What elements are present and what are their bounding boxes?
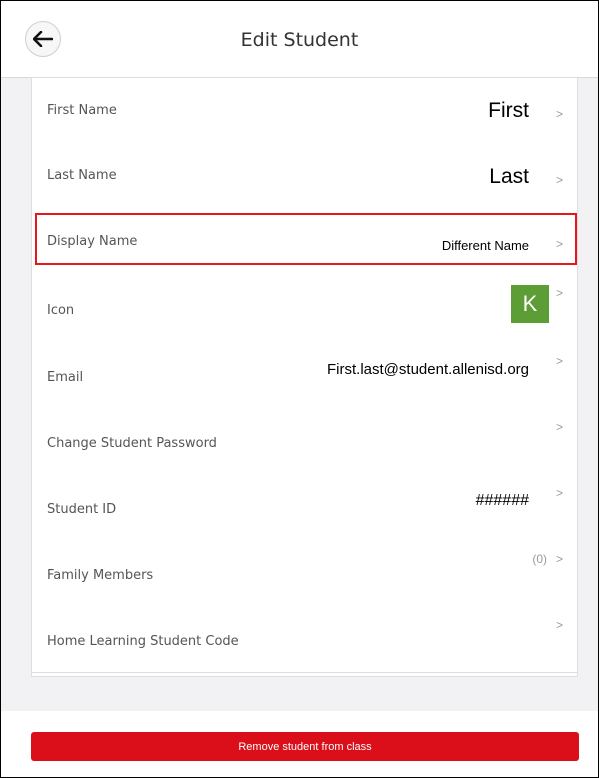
student-id-value: ###### bbox=[475, 492, 529, 509]
last-name-label: Last Name bbox=[47, 168, 117, 183]
first-name-value: First bbox=[488, 99, 529, 122]
page-title: Edit Student bbox=[240, 29, 359, 51]
last-name-value: Last bbox=[489, 165, 529, 188]
family-members-row[interactable]: Family Members (0) > bbox=[32, 540, 577, 607]
display-name-label: Display Name bbox=[47, 234, 138, 249]
icon-label: Icon bbox=[47, 303, 75, 318]
student-fields-list: First Name First > Last Name Last > Disp… bbox=[31, 77, 578, 677]
edit-student-window: Edit Student First Name First > Last Nam… bbox=[0, 0, 599, 778]
home-learning-code-label: Home Learning Student Code bbox=[47, 634, 239, 649]
change-password-row[interactable]: Change Student Password > bbox=[32, 408, 577, 475]
family-members-label: Family Members bbox=[47, 568, 154, 583]
student-id-row[interactable]: Student ID ###### > bbox=[32, 474, 577, 541]
chevron-right-icon: > bbox=[555, 173, 563, 187]
chevron-right-icon: > bbox=[555, 618, 563, 632]
footer-bar: Remove student from class bbox=[1, 711, 598, 777]
first-name-row[interactable]: First Name First > bbox=[32, 78, 577, 145]
avatar: K bbox=[511, 285, 549, 323]
family-members-count: (0) bbox=[532, 552, 547, 566]
header-bar: Edit Student bbox=[1, 1, 598, 78]
chevron-right-icon: > bbox=[555, 286, 563, 300]
display-name-row[interactable]: Display Name Different Name > bbox=[32, 210, 577, 277]
home-learning-code-row[interactable]: Home Learning Student Code > bbox=[32, 606, 577, 673]
student-id-label: Student ID bbox=[47, 502, 117, 517]
chevron-right-icon: > bbox=[555, 420, 563, 434]
chevron-right-icon: > bbox=[555, 486, 563, 500]
first-name-label: First Name bbox=[47, 103, 117, 118]
chevron-right-icon: > bbox=[555, 552, 563, 566]
icon-row[interactable]: Icon K > bbox=[32, 276, 577, 343]
chevron-right-icon: > bbox=[555, 107, 563, 121]
email-value: First.last@student.allenisd.org bbox=[327, 361, 529, 378]
remove-student-button[interactable]: Remove student from class bbox=[31, 732, 579, 761]
chevron-right-icon: > bbox=[555, 354, 563, 368]
last-name-row[interactable]: Last Name Last > bbox=[32, 144, 577, 211]
email-label: Email bbox=[47, 370, 84, 385]
change-password-label: Change Student Password bbox=[47, 436, 217, 451]
email-row[interactable]: Email First.last@student.allenisd.org > bbox=[32, 342, 577, 409]
display-name-value: Different Name bbox=[441, 238, 529, 253]
chevron-right-icon: > bbox=[555, 237, 563, 251]
